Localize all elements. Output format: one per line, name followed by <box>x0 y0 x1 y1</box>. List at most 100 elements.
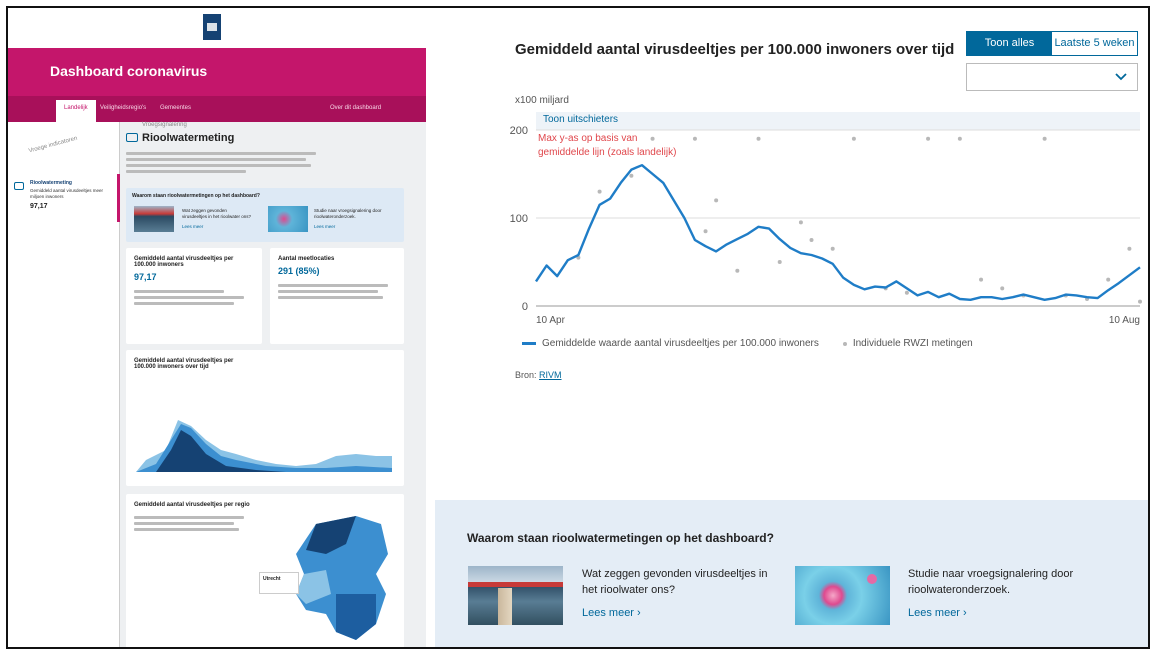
map-tooltip: Utrecht <box>259 572 299 594</box>
average-line <box>535 164 1141 301</box>
location-select[interactable] <box>966 63 1138 91</box>
sidebar-item-value: 97,17 <box>30 203 48 210</box>
sidebar-item-rioolwatermeting[interactable]: Rioolwatermeting Gemiddeld aantal virusd… <box>8 174 120 222</box>
legend-item-rwzi: Individuele RWZI metingen <box>842 338 973 349</box>
toggle-toon-alles[interactable]: Toon alles <box>967 32 1052 55</box>
waarom-item-2-text: Studie naar vroegsignalering door rioolw… <box>908 568 1074 596</box>
sidebar-item-desc: Gemiddeld aantal virusdeeltjes meer milj… <box>30 188 104 199</box>
rwzi-point <box>957 136 962 141</box>
chart-note: Max y-as op basis van gemiddelde lijn (z… <box>538 133 677 158</box>
mini-chart-title: Gemiddeld aantal virusdeeltjes per 100.0… <box>134 358 234 370</box>
waarom-card-mini: Waarom staan rioolwatermetingen op het d… <box>126 188 404 242</box>
y-axis-unit: x100 miljard <box>515 95 569 106</box>
sewer-icon <box>126 133 138 142</box>
mini-map-title: Gemiddeld aantal virusdeeltjes per regio <box>134 502 250 508</box>
waarom-image-2 <box>268 206 308 232</box>
waarom-q2-mini: Studie naar vroegsignalering door rioolw… <box>314 208 382 219</box>
legend-item-average: Gemiddelde waarde aantal virusdeeltjes p… <box>522 338 819 349</box>
toggle-laatste-5-weken[interactable]: Laatste 5 weken <box>1052 32 1137 55</box>
rijksoverheid-logo <box>203 14 221 40</box>
sidebar-item-title: Rioolwatermeting <box>30 180 72 186</box>
sewer-treatment-image <box>468 566 563 625</box>
screenshot-frame: Dashboard coronavirus Landelijk Veilighe… <box>6 6 1150 649</box>
rwzi-point <box>1127 246 1132 251</box>
waarom-item-1-text: Wat zeggen gevonden virusdeeltjes in het… <box>582 568 768 596</box>
chart-legend: Gemiddelde waarde aantal virusdeeltjes p… <box>522 338 973 349</box>
kpi-card-average: Gemiddeld aantal virusdeeltjes per 100.0… <box>126 248 262 344</box>
mini-chart-card: Gemiddeld aantal virusdeeltjes per 100.0… <box>126 350 404 486</box>
kpi-locations-title: Aantal meetlocaties <box>278 256 335 262</box>
rwzi-point <box>830 246 835 251</box>
sewer-icon <box>14 182 24 190</box>
legend-dot-swatch <box>842 341 847 346</box>
dashboard-title: Dashboard coronavirus <box>50 63 208 79</box>
legend-label-rwzi: Individuele RWZI metingen <box>852 338 973 349</box>
chevron-right-icon: › <box>963 607 967 619</box>
rwzi-point <box>1000 286 1005 291</box>
kpi-card-locations: Aantal meetlocaties 291 (85%) <box>270 248 404 344</box>
source-link-rivm[interactable]: RIVM <box>539 370 562 380</box>
waarom-q1-mini: Wat zeggen gevonden virusdeeltjes in het… <box>182 208 252 219</box>
rwzi-point <box>904 290 909 295</box>
main-nav: Landelijk Veiligheidsregio's Gemeentes O… <box>8 96 426 122</box>
dashboard-header: Dashboard coronavirus <box>8 48 426 96</box>
chart-source: Bron: RIVM <box>515 370 562 380</box>
kpi-average-title: Gemiddeld aantal virusdeeltjes per 100.0… <box>134 256 234 268</box>
x-tick-label: 10 Aug <box>1109 315 1140 326</box>
rwzi-point <box>777 260 782 264</box>
rwzi-point <box>1042 136 1047 141</box>
x-tick-label: 10 Apr <box>536 315 566 326</box>
rwzi-point <box>714 198 719 203</box>
nav-tab-over[interactable]: Over dit dashboard <box>330 105 381 111</box>
chevron-down-icon <box>1115 73 1127 81</box>
rwzi-point <box>1106 277 1111 282</box>
dashboard-overview: Dashboard coronavirus Landelijk Veilighe… <box>8 8 426 647</box>
rwzi-point <box>979 277 984 282</box>
mini-map-card: Gemiddeld aantal virusdeeltjes per regio… <box>126 494 404 647</box>
y-tick-label: 0 <box>522 301 528 313</box>
rwzi-point <box>809 238 814 242</box>
page-title-text: Rioolwatermeting <box>142 132 235 144</box>
top-bar <box>8 8 426 48</box>
lees-meer-label-1: Lees meer <box>582 607 634 619</box>
chevron-right-icon: › <box>637 607 641 619</box>
rwzi-point <box>926 136 931 141</box>
legend-label-average: Gemiddelde waarde aantal virusdeeltjes p… <box>542 338 819 349</box>
sidebar: Vroege indicatoren Rioolwatermeting Gemi… <box>8 122 120 647</box>
lees-meer-link-mini[interactable]: Lees meer <box>182 224 203 229</box>
nav-tab-regios[interactable]: Veiligheidsregio's <box>100 105 146 111</box>
show-outliers-toggle[interactable]: Toon uitschieters <box>543 114 618 125</box>
sidebar-section-label: Vroege indicatoren <box>28 135 79 155</box>
rwzi-point <box>851 136 856 141</box>
kpi-locations-value: 291 (85%) <box>278 266 320 276</box>
rwzi-point <box>756 136 761 141</box>
rwzi-point <box>629 173 634 178</box>
waarom-panel-title: Waarom staan rioolwatermetingen op het d… <box>467 531 774 545</box>
legend-line-swatch <box>522 342 536 345</box>
rwzi-point <box>735 268 740 273</box>
nav-tab-landelijk[interactable]: Landelijk <box>56 100 96 122</box>
waarom-panel: Waarom staan rioolwatermetingen op het d… <box>435 500 1148 647</box>
time-range-toggle: Toon alles Laatste 5 weken <box>966 31 1138 56</box>
page-content: Vroegsignalering Rioolwatermeting <box>126 122 406 176</box>
rwzi-point <box>703 229 708 234</box>
lees-meer-link-2[interactable]: Lees meer › <box>908 607 967 619</box>
outlier-band <box>536 112 1140 130</box>
waarom-image-1 <box>134 206 174 232</box>
rwzi-point <box>798 220 803 225</box>
kpi-average-value: 97,17 <box>134 272 157 282</box>
y-tick-label: 100 <box>510 213 528 225</box>
rwzi-point <box>597 189 602 194</box>
waarom-card-title: Waarom staan rioolwatermetingen op het d… <box>132 193 260 199</box>
lees-meer-label-2: Lees meer <box>908 607 960 619</box>
chart-title: Gemiddeld aantal virusdeeltjes per 100.0… <box>515 41 955 58</box>
intro-text-placeholder <box>126 152 406 173</box>
source-label: Bron: <box>515 370 537 380</box>
virus-image <box>795 566 890 625</box>
rwzi-point <box>692 136 697 141</box>
y-tick-label: 200 <box>510 125 528 137</box>
mini-area-chart <box>136 420 392 472</box>
nav-tab-gemeentes[interactable]: Gemeentes <box>160 105 191 111</box>
lees-meer-link-1[interactable]: Lees meer › <box>582 607 641 619</box>
lees-meer-link-mini-2[interactable]: Lees meer <box>314 224 335 229</box>
